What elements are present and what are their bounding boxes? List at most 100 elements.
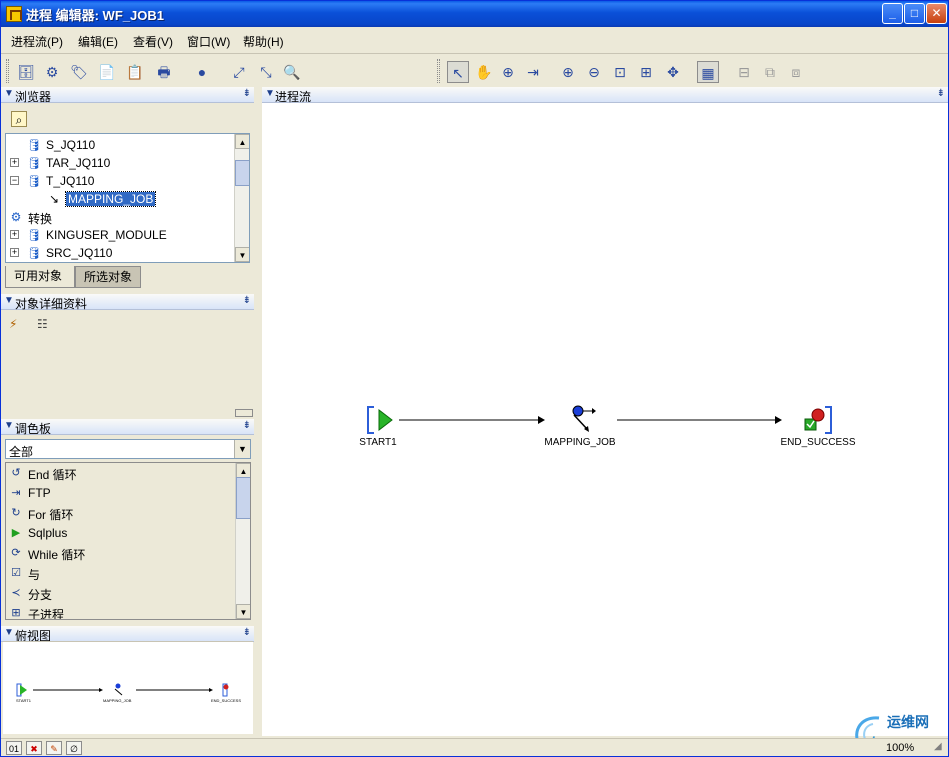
menu-help[interactable]: 帮助(H) <box>243 33 284 50</box>
tree-layout-icon[interactable]: ⊞ <box>635 61 657 83</box>
object-tree[interactable]: 🛢 S_JQ110 + 🛢 TAR_JQ110− 🛢 T_JQ110 ↘ MAPPING_JOB… <box>5 133 250 263</box>
maximize-button[interactable]: □ <box>904 3 925 24</box>
resize-grip-icon[interactable]: ◢ <box>934 741 946 753</box>
palette-item-label: For 循环 <box>28 508 74 522</box>
error-icon[interactable]: ✖ <box>26 741 42 755</box>
generate-icon[interactable]: ⚙ <box>41 61 63 83</box>
zoom-in-area-icon[interactable]: ⊕ <box>497 61 519 83</box>
select-pointer-icon[interactable]: ↖ <box>447 61 469 83</box>
title-bar[interactable]: 进程 编辑器: WF_JOB1 _ □ ✕ <box>1 1 948 27</box>
binary-icon[interactable]: 01 <box>6 741 22 755</box>
panel-splitter[interactable] <box>254 87 262 737</box>
menu-view[interactable]: 查看(V) <box>133 33 173 50</box>
ungroup-icon[interactable]: ⧈ <box>785 61 807 83</box>
expand-icon[interactable]: + <box>10 248 19 257</box>
palette-scrollbar[interactable]: ▲ ▼ <box>235 463 250 619</box>
auto-layout-icon[interactable]: ⤢ <box>228 61 250 83</box>
align-icon[interactable]: ⊟ <box>733 61 755 83</box>
details-resize-handle[interactable] <box>235 409 253 417</box>
process-flow-canvas[interactable]: START1 MAPPING_JOB END_SUCCESS <box>262 103 948 736</box>
palette-item[interactable]: ⟳ While 循环 <box>6 543 234 563</box>
deploy-icon[interactable]: 📋 <box>124 61 146 83</box>
panel-menu-icon[interactable]: ⇟ <box>243 627 251 638</box>
palette-item[interactable]: ☑ 与 <box>6 563 234 583</box>
palette-item[interactable]: ▶ Sqlplus <box>6 523 234 543</box>
browser-search-icon[interactable]: ⌕ <box>11 111 27 127</box>
validate-icon[interactable]: 🗄 <box>15 61 37 83</box>
menu-window[interactable]: 窗口(W) <box>187 33 230 50</box>
end-success-node[interactable] <box>804 406 832 434</box>
debug-icon[interactable]: ● <box>191 61 213 83</box>
overview-panel-header[interactable]: ▼ 俯视图 ⇟ <box>1 626 254 643</box>
chevron-down-icon[interactable]: ▼ <box>234 440 250 458</box>
palette-item[interactable]: ⊞ 子进程 <box>6 603 234 619</box>
zoom-out-icon[interactable]: ⊖ <box>583 61 605 83</box>
details-panel-header[interactable]: ▼ 对象详细资料 ⇟ <box>1 294 254 311</box>
palette-item-label: Sqlplus <box>28 526 68 540</box>
collapse-icon[interactable]: ▼ <box>265 88 275 99</box>
browser-panel-header[interactable]: ▼ 浏览器 ⇟ <box>1 87 254 104</box>
overview-start-label: START1 <box>16 698 32 703</box>
group-icon[interactable]: ⧉ <box>759 61 781 83</box>
collapse-tree-icon[interactable]: − <box>10 176 19 185</box>
fork-icon: ≺ <box>11 587 21 599</box>
collapse-icon[interactable]: ▼ <box>4 88 14 99</box>
mapping-node[interactable] <box>572 405 596 432</box>
properties-icon[interactable]: 🏷 <box>68 61 90 83</box>
toolbar-grip[interactable] <box>6 59 9 83</box>
filter-icon[interactable]: ⚡ <box>9 317 17 331</box>
scroll-down-icon[interactable]: ▼ <box>236 604 250 619</box>
collapse-icon[interactable]: ▼ <box>4 627 14 638</box>
panel-menu-icon[interactable]: ⇟ <box>243 295 251 306</box>
tab-available-objects[interactable]: 可用对象 <box>5 266 75 288</box>
spread-icon[interactable]: ✥ <box>662 61 684 83</box>
tab-selected-objects[interactable]: 所选对象 <box>75 266 141 288</box>
expand-icon[interactable]: + <box>10 230 19 239</box>
overview-start-node <box>16 683 27 697</box>
start-node[interactable] <box>367 406 393 434</box>
process-flow-diagram <box>367 405 832 434</box>
fit-all-icon[interactable]: ⊡ <box>609 61 631 83</box>
pan-hand-icon[interactable]: ✋ <box>473 61 495 83</box>
panel-menu-icon[interactable]: ⇟ <box>243 420 251 431</box>
scroll-thumb[interactable] <box>236 477 250 519</box>
menu-process-flow[interactable]: 进程流(P) <box>11 33 63 50</box>
zoom-in-icon[interactable]: ⊕ <box>557 61 579 83</box>
menu-edit[interactable]: 编辑(E) <box>78 33 118 50</box>
panel-menu-icon[interactable]: ⇟ <box>937 88 945 99</box>
print-icon[interactable]: 🖶 <box>153 61 175 83</box>
db-module-icon: 🛢 <box>26 156 42 170</box>
close-button[interactable]: ✕ <box>926 3 947 24</box>
tree-item-label: 转换 <box>28 212 53 226</box>
list-view-icon[interactable]: ☷ <box>37 317 48 331</box>
expand-icon[interactable]: + <box>10 158 19 167</box>
collapse-icon[interactable]: ▼ <box>4 420 14 431</box>
relayout-icon[interactable]: ⤡ <box>255 61 277 83</box>
panel-menu-icon[interactable]: ⇟ <box>243 88 251 99</box>
palette-panel-header[interactable]: ▼ 调色板 ⇟ <box>1 419 254 436</box>
scroll-down-icon[interactable]: ▼ <box>235 247 249 262</box>
no-symbol-icon[interactable]: ∅ <box>66 741 82 755</box>
pencil-icon[interactable]: ✎ <box>46 741 62 755</box>
while-loop-icon: ⟳ <box>11 547 21 559</box>
grid-icon[interactable]: ▦ <box>697 61 719 83</box>
collapse-icon[interactable]: ▼ <box>4 295 14 306</box>
overview-end-label: END_SUCCESS <box>211 698 241 703</box>
palette-item[interactable]: ⇥ FTP <box>6 483 234 503</box>
palette-item[interactable]: ↺ End 循环 <box>6 463 234 483</box>
canvas-header[interactable]: ▼ 进程流 ⇟ <box>262 87 948 104</box>
scroll-thumb[interactable] <box>235 160 249 186</box>
scroll-up-icon[interactable]: ▲ <box>235 134 249 149</box>
palette-filter-select[interactable]: 全部 ▼ <box>5 439 251 459</box>
scroll-up-icon[interactable]: ▲ <box>236 463 250 478</box>
palette-item[interactable]: ≺ 分支 <box>6 583 234 603</box>
tree-scrollbar[interactable]: ▲ ▼ <box>234 134 249 262</box>
minimize-button[interactable]: _ <box>882 3 903 24</box>
configure-icon[interactable]: 📄 <box>96 61 118 83</box>
find-icon[interactable]: 🔍 <box>281 61 303 83</box>
fit-width-icon[interactable]: ⇥ <box>522 61 544 83</box>
palette-item[interactable]: ↻ For 循环 <box>6 503 234 523</box>
mapping-node-label: MAPPING_JOB <box>544 437 616 448</box>
overview-thumbnail[interactable]: START1 MAPPING_JOB END_SUCCESS <box>3 641 253 734</box>
toolbar-grip-2[interactable] <box>437 59 440 83</box>
